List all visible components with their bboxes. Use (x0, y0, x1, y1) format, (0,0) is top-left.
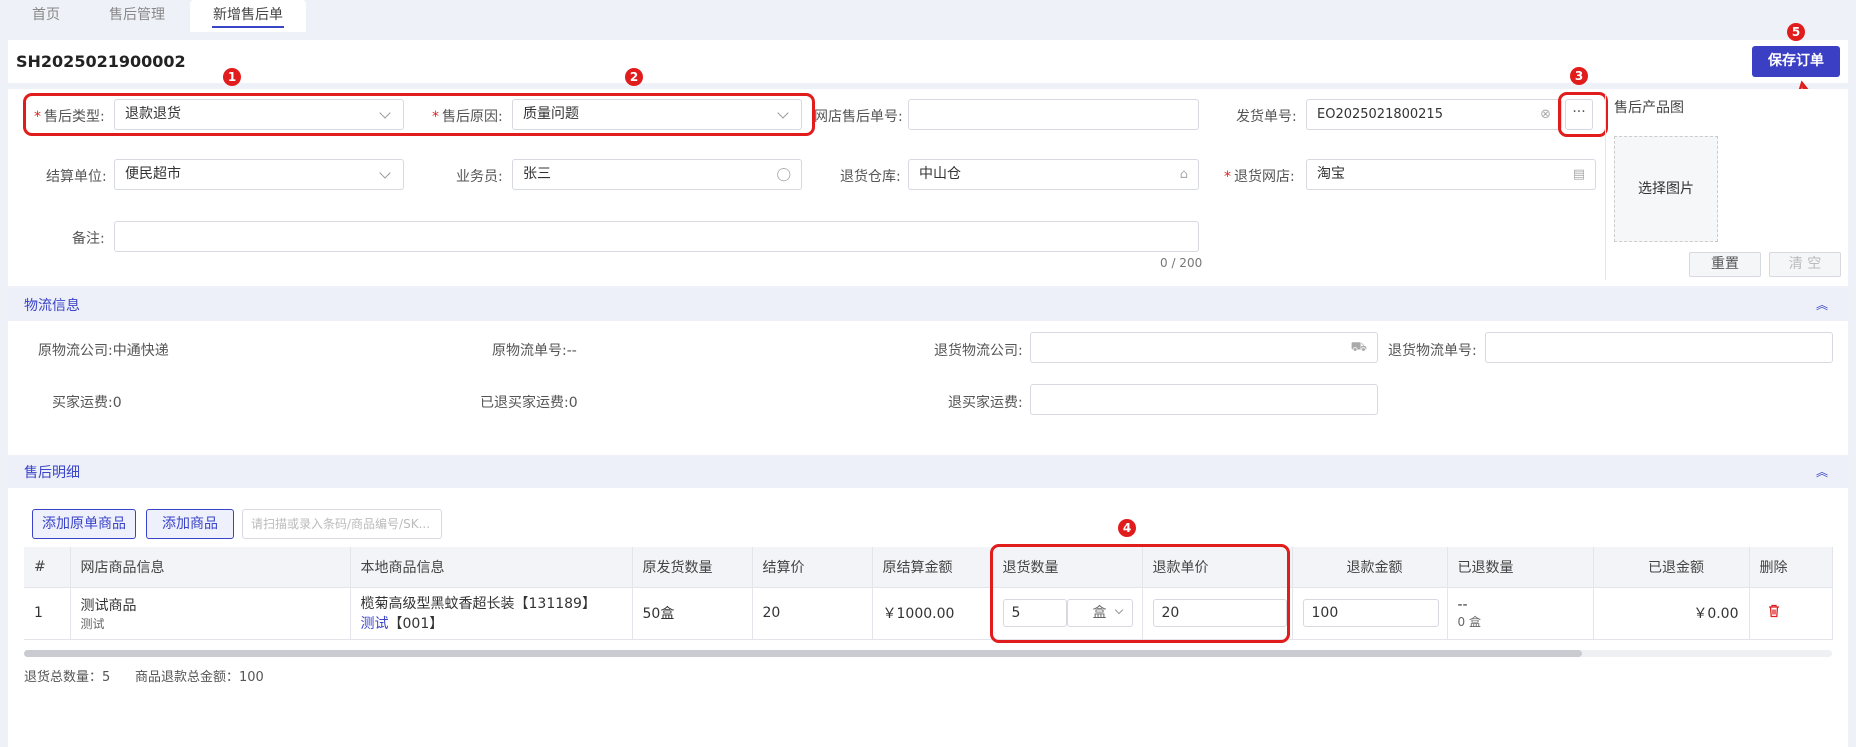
table-row: 1 测试商品 测试 榄菊高级型黑蚊香超长装【131189】 测试【001】 50… (24, 587, 1833, 640)
truck-icon[interactable]: ⛟ (1351, 333, 1367, 362)
salesman-input[interactable]: 张三 ◯ (512, 159, 802, 190)
col-settle-price: 结算价 (752, 547, 873, 588)
row-index: 1 (24, 587, 71, 640)
delete-cell (1749, 587, 1833, 640)
reset-button[interactable]: 重置 (1689, 252, 1761, 277)
remark-label: 备注: (72, 231, 105, 247)
annotation-box-3 (1558, 92, 1608, 137)
save-order-button[interactable]: 保存订单 (1752, 46, 1840, 77)
orig-company-text: 原物流公司:中通快递 (38, 343, 169, 359)
refund-buyer-freight-label: 退买家运费: (948, 395, 1023, 411)
settle-price-cell: 20 (752, 587, 873, 640)
remark-counter: 0 / 200 (1160, 256, 1203, 270)
clear-circle-icon[interactable]: ⊗ (1540, 100, 1551, 129)
scan-barcode-input[interactable]: 请扫描或录入条码/商品编号/SK... (242, 509, 442, 539)
annotation-badge-5: 5 (1787, 23, 1805, 41)
local-goods-code: 【001】 (388, 616, 444, 632)
annotation-badge-3: 3 (1570, 67, 1588, 85)
return-company-label: 退货物流公司: (934, 343, 1023, 359)
orig-amount-cell: ￥1000.00 (872, 587, 993, 640)
aftersale-details-table: # 网店商品信息 本地商品信息 原发货数量 结算价 原结算金额 退货数量 退款单… (24, 547, 1833, 640)
shop-goods-sub: 测试 (80, 616, 105, 631)
trash-icon[interactable] (1766, 603, 1782, 619)
tab-new-aftersale[interactable]: 新增售后单 (190, 0, 306, 32)
shop-goods-cell: 测试商品 测试 (70, 587, 351, 640)
remark-input[interactable] (114, 221, 1199, 252)
col-refund-amount: 退款金额 (1292, 547, 1448, 588)
refunded-qty-sub: 0 盒 (1457, 614, 1481, 629)
refund-buyer-freight-input[interactable] (1030, 384, 1378, 415)
summary-refund-amount: 商品退款总金额：100 (135, 670, 264, 685)
refunded-qty-value: -- (1457, 596, 1468, 613)
table-header-row: # 网店商品信息 本地商品信息 原发货数量 结算价 原结算金额 退货数量 退款单… (24, 547, 1833, 588)
return-shop-label: * 退货网店: (1224, 169, 1295, 185)
add-goods-button[interactable]: 添加商品 (146, 509, 234, 539)
settle-unit-select[interactable]: 便民超市 (114, 159, 404, 190)
tab-new-aftersale-label: 新增售后单 (213, 7, 283, 23)
return-no-label: 退货物流单号: (1388, 343, 1477, 359)
tab-home[interactable]: 首页 (18, 0, 74, 32)
local-goods-link[interactable]: 测试 (361, 616, 389, 632)
choose-image-button[interactable]: 选择图片 (1614, 136, 1718, 242)
shop-aftersale-no-label: 网店售后单号: (814, 109, 903, 125)
return-no-input[interactable] (1485, 332, 1833, 363)
details-section-header[interactable] (8, 456, 1848, 488)
salesman-label: 业务员: (456, 169, 503, 185)
shop-aftersale-no-input[interactable] (908, 99, 1199, 130)
delivery-no-label: 发货单号: (1236, 109, 1297, 125)
annotation-badge-2: 2 (625, 68, 643, 86)
product-image-label: 售后产品图 (1614, 100, 1684, 116)
logistics-section-header[interactable] (8, 289, 1848, 321)
buyer-freight-text: 买家运费:0 (52, 395, 122, 411)
annotation-box-1-2 (23, 93, 815, 136)
annotation-badge-4: 4 (1118, 519, 1136, 537)
return-company-input[interactable]: ⛟ (1030, 332, 1378, 363)
local-goods-name: 榄菊高级型黑蚊香超长装【131189】 (360, 596, 596, 612)
tab-bar: 首页 售后管理 新增售后单 (0, 0, 1856, 33)
details-section-title: 售后明细 (24, 465, 80, 481)
annotation-box-4 (990, 544, 1290, 643)
order-number: SH2025021900002 (16, 52, 186, 71)
horizontal-scrollbar[interactable] (24, 650, 1582, 657)
orig-qty-cell: 50盒 (632, 587, 753, 640)
annotation-badge-1: 1 (223, 68, 241, 86)
refund-amount-input[interactable]: 100 (1302, 599, 1439, 627)
return-warehouse-label: 退货仓库: (840, 169, 901, 185)
warehouse-icon[interactable]: ⌂ (1180, 160, 1188, 189)
settle-unit-label: 结算单位: (46, 169, 107, 185)
col-refunded-amount: 已退金额 (1593, 547, 1750, 588)
active-tab-indicator (212, 26, 284, 28)
refunded-amount-cell: ￥0.00 (1593, 587, 1750, 640)
col-orig-qty: 原发货数量 (632, 547, 753, 588)
clear-button[interactable]: 清 空 (1769, 252, 1841, 277)
logistics-section-title: 物流信息 (24, 298, 80, 314)
col-local-goods: 本地商品信息 (350, 547, 633, 588)
divider (1605, 95, 1606, 280)
local-goods-cell: 榄菊高级型黑蚊香超长装【131189】 测试【001】 (350, 587, 633, 640)
orig-no-text: 原物流单号:-- (492, 343, 577, 359)
summary-return-qty: 退货总数量：5 (24, 670, 111, 685)
user-icon[interactable]: ◯ (776, 160, 791, 189)
col-delete: 删除 (1749, 547, 1833, 588)
collapse-icon[interactable]: ︽ (1816, 296, 1828, 313)
shop-goods-name: 测试商品 (80, 597, 137, 614)
tab-aftersale-management[interactable]: 售后管理 (92, 0, 182, 32)
col-orig-amount: 原结算金额 (872, 547, 993, 588)
return-shop-input[interactable]: 淘宝 ▤ (1306, 159, 1596, 190)
col-shop-goods: 网店商品信息 (70, 547, 351, 588)
col-refunded-qty: 已退数量 (1447, 547, 1594, 588)
refunded-freight-text: 已退买家运费:0 (480, 395, 578, 411)
chevron-down-icon (379, 167, 391, 179)
col-index: # (24, 547, 71, 588)
return-warehouse-input[interactable]: 中山仓 ⌂ (908, 159, 1199, 190)
refunded-qty-cell: -- 0 盒 (1447, 587, 1594, 640)
add-original-goods-button[interactable]: 添加原单商品 (32, 509, 136, 539)
shop-icon[interactable]: ▤ (1573, 160, 1585, 189)
delivery-no-input[interactable]: EO2025021800215 ⊗ (1306, 99, 1562, 130)
refund-amount-cell: 100 (1292, 587, 1448, 640)
collapse-icon[interactable]: ︽ (1816, 463, 1828, 480)
